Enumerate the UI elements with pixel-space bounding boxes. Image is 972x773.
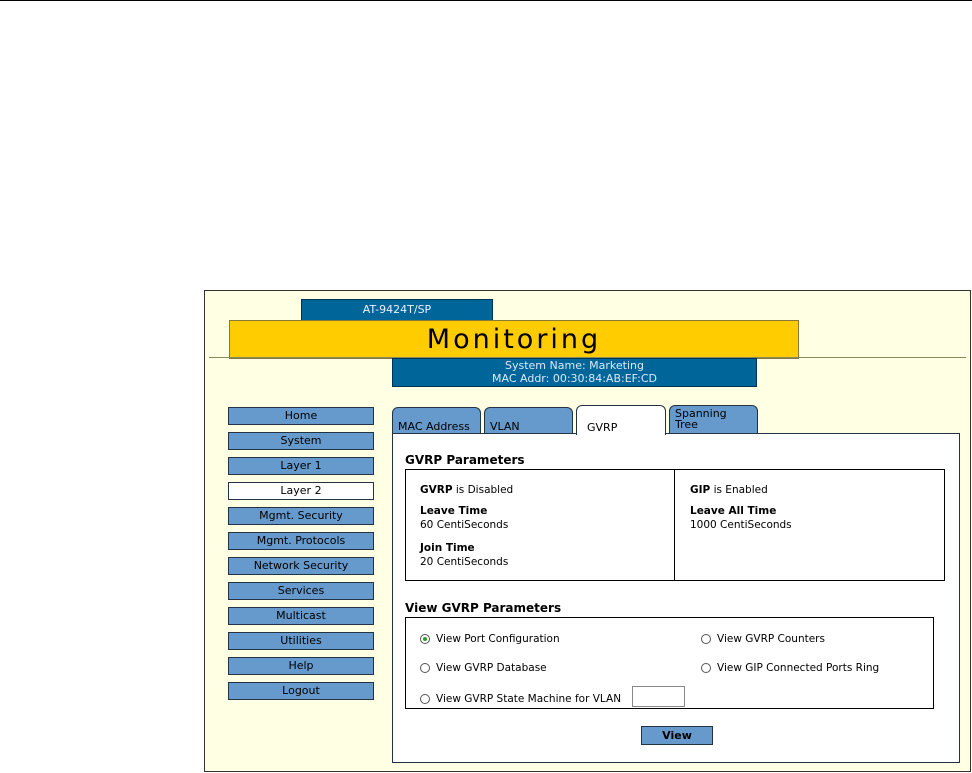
gip-status-label: GIP — [690, 484, 711, 496]
join-time: Join Time 20 CentiSeconds — [420, 541, 508, 569]
mac-address: MAC Addr: 00:30:84:AB:EF:CD — [492, 372, 657, 385]
nav-logout-button[interactable]: Logout — [228, 682, 374, 700]
gvrp-panel: GVRP Parameters GVRP is Disabled Leave T… — [392, 433, 960, 763]
option-gip-connected-ports-ring-label: View GIP Connected Ports Ring — [717, 662, 880, 674]
radio-gvrp-counters[interactable] — [701, 634, 711, 644]
gvrp-parameters-title: GVRP Parameters — [405, 453, 525, 467]
gvrp-status-label: GVRP — [420, 484, 453, 496]
tab-mac-address-label: MAC Address — [398, 420, 470, 433]
sidebar-nav: Home System Layer 1 Layer 2 Mgmt. Securi… — [228, 407, 374, 707]
tab-vlan[interactable]: VLAN — [484, 407, 573, 434]
tab-vlan-label: VLAN — [490, 420, 520, 433]
tab-gvrp-label: GVRP — [587, 421, 618, 434]
leave-time-label: Leave Time — [420, 505, 488, 517]
model-label: AT-9424T/SP — [301, 299, 493, 321]
tab-spanning-tree-line2: Tree — [675, 418, 698, 431]
nav-mgmt-protocols-button[interactable]: Mgmt. Protocols — [228, 532, 374, 550]
option-gvrp-counters[interactable]: View GVRP Counters — [701, 632, 825, 646]
option-gip-connected-ports-ring[interactable]: View GIP Connected Ports Ring — [701, 661, 879, 675]
top-rule — [0, 0, 972, 1]
radio-port-configuration[interactable] — [420, 634, 430, 644]
system-name: System Name: Marketing — [505, 359, 644, 372]
nav-network-security-button[interactable]: Network Security — [228, 557, 374, 575]
nav-services-button[interactable]: Services — [228, 582, 374, 600]
option-gvrp-database-label: View GVRP Database — [436, 662, 547, 674]
gvrp-status-value: is Disabled — [455, 484, 514, 496]
radio-gip-connected-ports-ring[interactable] — [701, 663, 711, 673]
nav-system-button[interactable]: System — [228, 432, 374, 450]
tab-mac-address[interactable]: MAC Address — [392, 407, 481, 434]
nav-mgmt-security-button[interactable]: Mgmt. Security — [228, 507, 374, 525]
gip-status-value: is Enabled — [713, 484, 768, 496]
gip-status: GIP is Enabled — [690, 483, 768, 497]
nav-home-button[interactable]: Home — [228, 407, 374, 425]
leave-all-time-label: Leave All Time — [690, 505, 777, 517]
app-window: AT-9424T/SP Monitoring System Name: Mark… — [204, 290, 971, 772]
join-time-value: 20 CentiSeconds — [420, 556, 509, 568]
leave-all-time-value: 1000 CentiSeconds — [690, 519, 792, 531]
leave-all-time: Leave All Time 1000 CentiSeconds — [690, 504, 792, 532]
option-gvrp-state-machine-label: View GVRP State Machine for VLAN — [436, 693, 622, 705]
radio-gvrp-state-machine[interactable] — [420, 694, 430, 704]
option-gvrp-state-machine[interactable]: View GVRP State Machine for VLAN — [420, 692, 621, 706]
option-port-configuration[interactable]: View Port Configuration — [420, 632, 560, 646]
nav-layer2-button[interactable]: Layer 2 — [228, 482, 374, 500]
option-gvrp-database[interactable]: View GVRP Database — [420, 661, 547, 675]
radio-gvrp-database[interactable] — [420, 663, 430, 673]
param-divider — [674, 470, 675, 580]
nav-multicast-button[interactable]: Multicast — [228, 607, 374, 625]
leave-time: Leave Time 60 CentiSeconds — [420, 504, 508, 532]
tab-spanning-tree-label: Spanning Tree — [675, 408, 727, 430]
page-title: Monitoring — [229, 320, 799, 359]
tab-gvrp[interactable]: GVRP — [576, 405, 666, 435]
join-time-label: Join Time — [420, 542, 475, 554]
gvrp-parameters-box: GVRP is Disabled Leave Time 60 CentiSeco… — [405, 469, 945, 581]
leave-time-value: 60 CentiSeconds — [420, 519, 509, 531]
nav-utilities-button[interactable]: Utilities — [228, 632, 374, 650]
view-gvrp-parameters-title: View GVRP Parameters — [405, 601, 562, 615]
option-port-configuration-label: View Port Configuration — [436, 633, 560, 645]
vlan-id-input[interactable] — [632, 686, 685, 707]
gvrp-status: GVRP is Disabled — [420, 483, 513, 497]
view-options-box: View Port Configuration View GVRP Counte… — [405, 617, 934, 709]
option-gvrp-counters-label: View GVRP Counters — [717, 633, 825, 645]
nav-help-button[interactable]: Help — [228, 657, 374, 675]
tab-spanning-tree[interactable]: Spanning Tree — [669, 405, 758, 434]
system-info: System Name: Marketing MAC Addr: 00:30:8… — [392, 358, 757, 387]
nav-layer1-button[interactable]: Layer 1 — [228, 457, 374, 475]
view-button[interactable]: View — [641, 726, 713, 745]
